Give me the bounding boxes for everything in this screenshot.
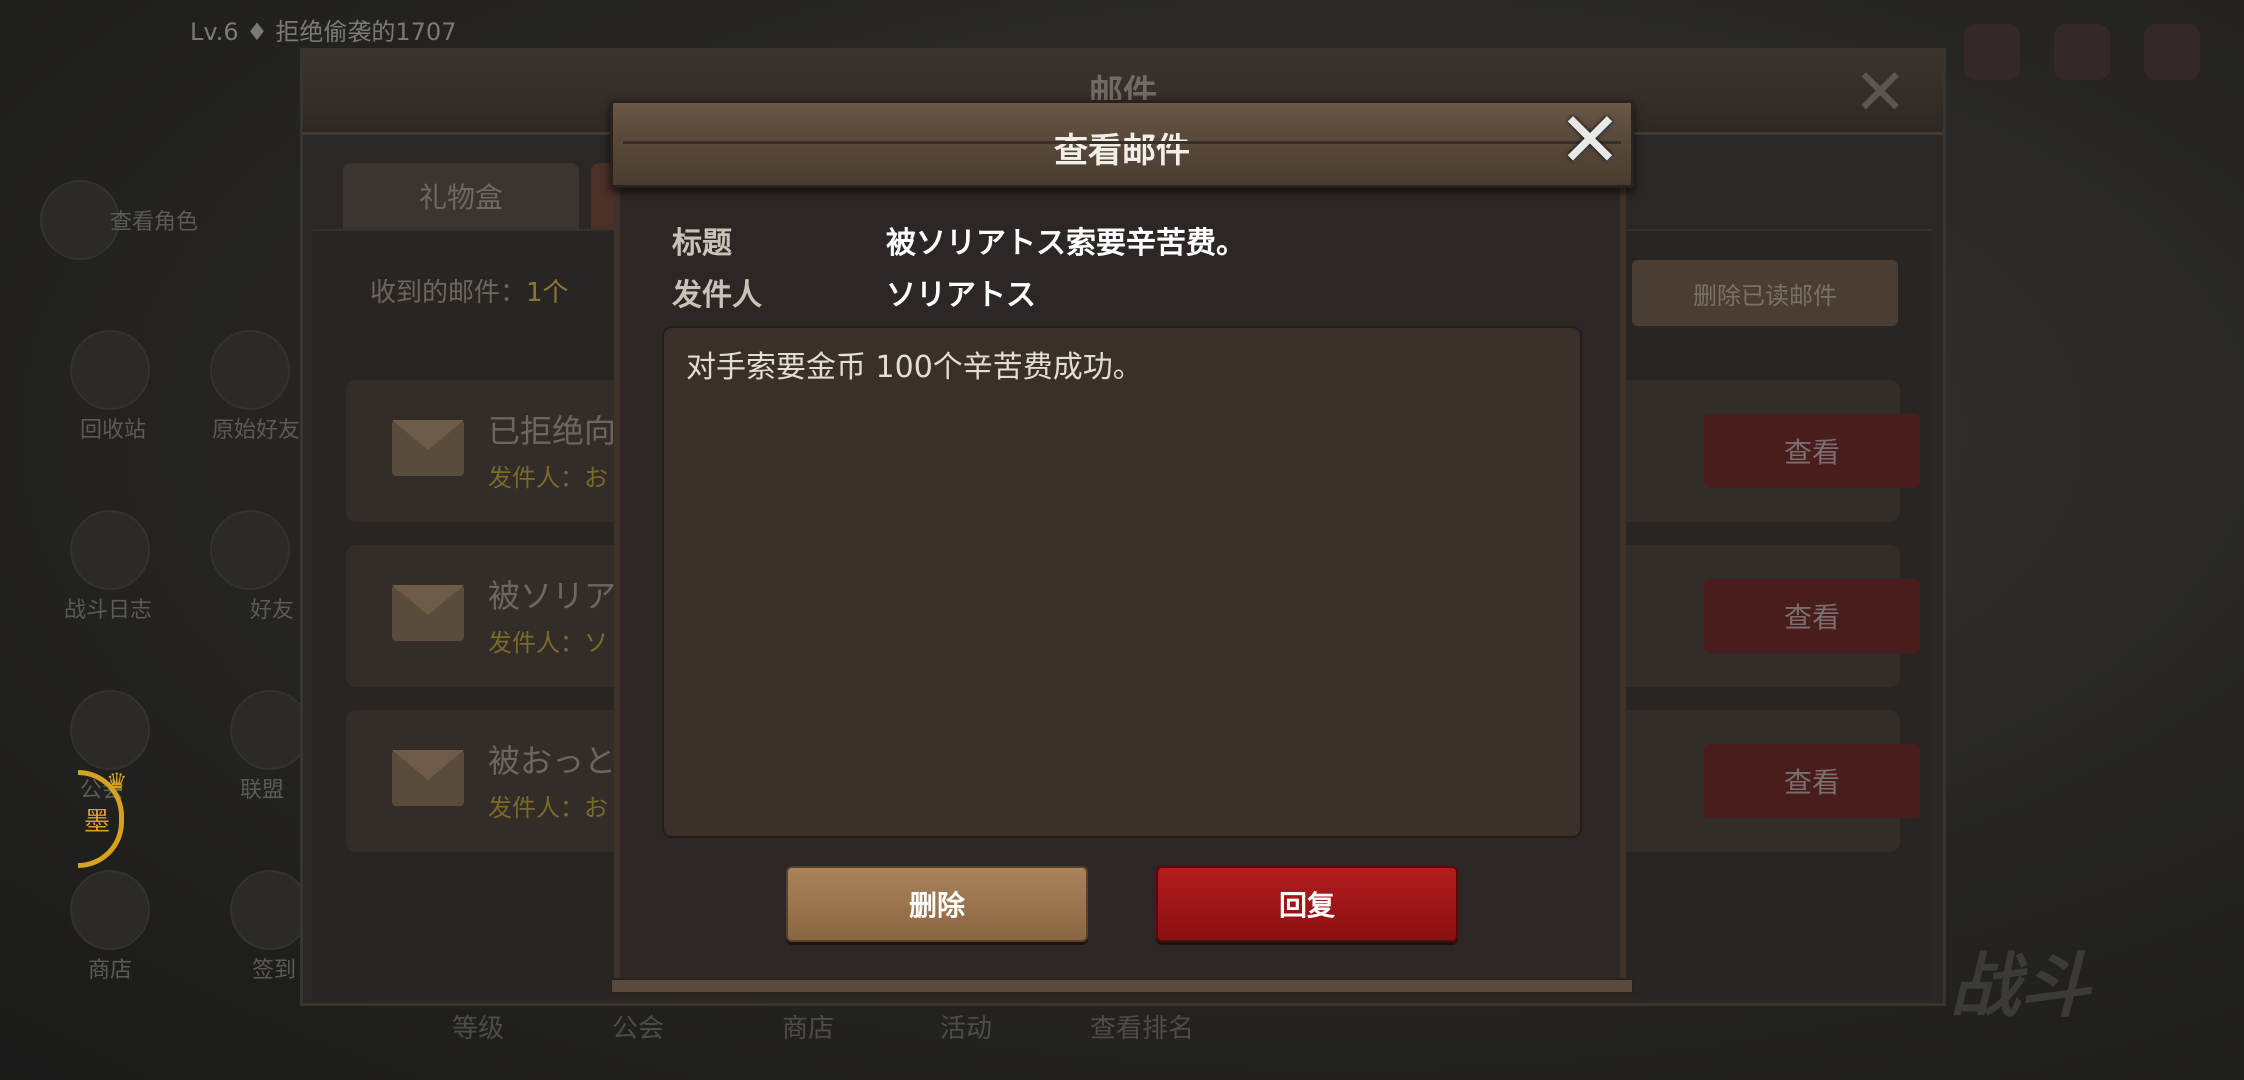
menu-icon[interactable] [70,510,150,590]
mail-subject: 已拒绝向 [488,412,617,450]
bottom-tab[interactable]: 查看排名 [1090,1008,1194,1045]
sender-value: ソ [584,629,608,657]
received-count: 收到的邮件：1个 [370,272,569,309]
gear-icon[interactable] [2144,24,2200,80]
subject-label: 标题 [672,226,732,261]
bottom-tab[interactable]: 活动 [940,1008,992,1045]
left-menu-label: 好友 [250,598,295,623]
bottom-tab[interactable]: 等级 [452,1008,504,1045]
envelope-icon [392,420,464,476]
bottom-tab[interactable]: 公会 [612,1008,664,1045]
left-menu-label: 原始好友 [212,418,301,443]
received-count-value: 1个 [526,278,569,308]
close-icon[interactable]: ✕ [1853,61,1907,125]
mail-sender: 发件人：お [488,458,608,493]
menu-icon[interactable] [70,330,150,410]
bottom-tab[interactable]: 商店 [782,1008,834,1045]
sender-label: 发件人 [672,278,762,313]
mail-icon[interactable] [1964,24,2020,80]
view-button[interactable]: 查看 [1704,744,1920,818]
view-mail-dialog: 查看邮件 ✕ 标题 被ソリアトス索要辛苦费。 发件人 ソリアトス 对手索要金币 … [610,100,1634,994]
envelope-open-icon [392,750,464,806]
left-menu-label: 联盟 [240,778,285,803]
crown-icon: ♛ [106,768,128,796]
close-icon[interactable]: ✕ [1554,102,1626,178]
delete-read-button[interactable]: 删除已读邮件 [1632,260,1898,326]
menu-icon[interactable] [40,180,120,260]
left-menu-label: 签到 [252,958,297,983]
message-box: 对手索要金币 100个辛苦费成功。 [662,326,1582,838]
left-menu-label: 回收站 [80,418,147,443]
menu-icon[interactable] [70,690,150,770]
sender-value: ソリアトス [886,278,1036,313]
menu-icon[interactable] [230,870,310,950]
reply-button[interactable]: 回复 [1156,866,1458,942]
delete-button[interactable]: 删除 [786,866,1088,942]
menu-icon[interactable] [210,330,290,410]
sender-label: 发件人： [488,794,584,822]
menu-icon[interactable] [210,510,290,590]
tab-gift-box[interactable]: 礼物盒 [343,163,579,229]
chat-icon[interactable] [2054,24,2110,80]
menu-icon[interactable] [70,870,150,950]
left-menu-label: 战斗日志 [64,598,153,623]
sender-value: お [584,794,608,822]
dialog-title: 查看邮件 [1054,131,1190,171]
message-text: 对手索要金币 100个辛苦费成功。 [686,350,1143,385]
subject-value: 被ソリアトス索要辛苦费。 [886,226,1246,261]
sender-label: 发件人： [488,464,584,492]
battle-label: 战斗 [1950,945,2090,1027]
mail-sender: 发件人：ソ [488,623,608,658]
sender-label: 发件人： [488,629,584,657]
badge-char: 墨 [84,806,111,837]
left-menu-label: 查看角色 [110,210,199,235]
dialog-header: 查看邮件 [610,100,1634,188]
menu-icon[interactable] [230,690,310,770]
envelope-open-icon [392,585,464,641]
dialog-footer [610,978,1634,994]
view-button[interactable]: 查看 [1704,414,1920,488]
player-info: Lv.6 ♦ 拒绝偷袭的1707 [190,18,457,46]
left-menu-label: 商店 [88,958,133,983]
received-label: 收到的邮件： [370,278,527,308]
sender-value: お [584,464,608,492]
mail-sender: 发件人：お [488,788,608,823]
mail-subject: 被おっと [488,742,617,780]
view-button[interactable]: 查看 [1704,579,1920,653]
